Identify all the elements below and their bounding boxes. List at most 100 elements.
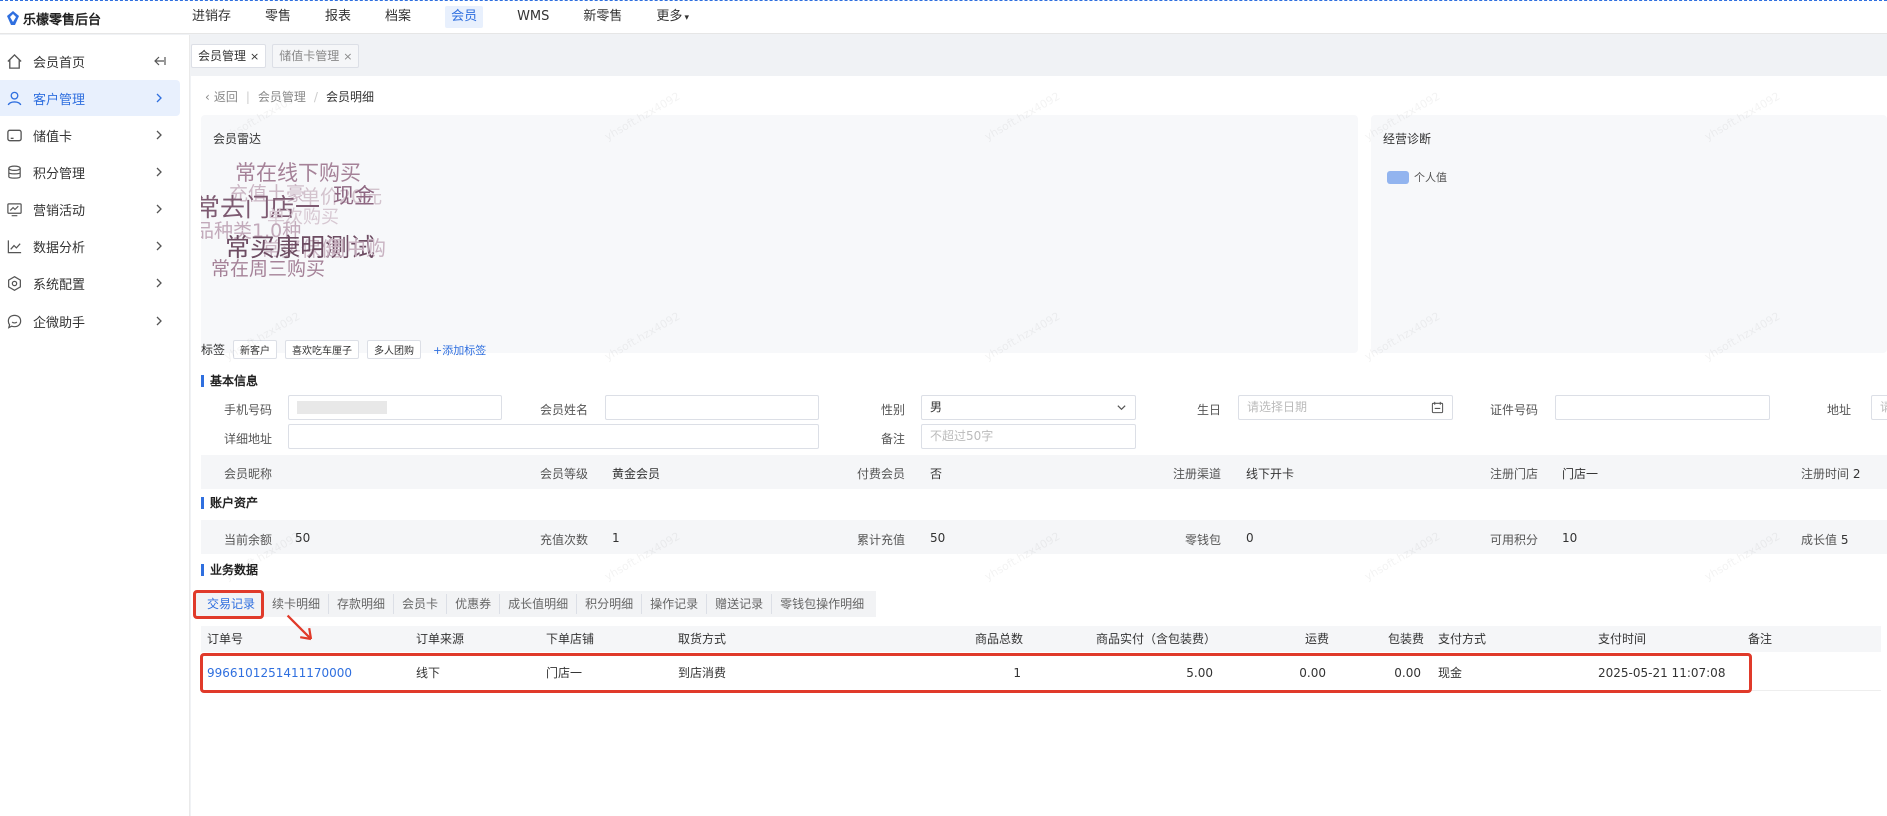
- tab-gift-records[interactable]: 赠送记录: [707, 594, 773, 614]
- highlight-box-row: [200, 653, 1752, 693]
- reg-channel-label: 注册渠道: [1172, 467, 1221, 481]
- phone-input[interactable]: [288, 395, 502, 420]
- tab-points-detail[interactable]: 积分明细: [577, 594, 643, 614]
- address-placeholder: 请: [1880, 400, 1887, 414]
- member-name-input[interactable]: [605, 395, 819, 420]
- topnav-wms[interactable]: WMS: [505, 1, 561, 35]
- member-detail-panel: ‹ 返回 | 会员管理 / 会员明细 会员雷达 常在线下购买 充值土豪 单价20…: [191, 76, 1887, 816]
- assets-strip: [201, 520, 1887, 554]
- sidebar-item-wecom-assistant[interactable]: 企微助手: [0, 303, 180, 339]
- word-cloud-word: 周中购: [326, 236, 386, 260]
- topnav-retail[interactable]: 零售: [253, 1, 303, 35]
- sidebar-item-analytics[interactable]: 数据分析: [0, 228, 180, 264]
- balance-label: 当前余额: [223, 533, 272, 547]
- top-bar: 乐檬零售后台 进销存 零售 报表 档案 会员 WMS 新零售 更多 ▾: [0, 0, 1887, 34]
- nickname-label: 会员昵称: [223, 467, 272, 481]
- address-input[interactable]: 请: [1871, 395, 1887, 420]
- reg-store-value: 门店一: [1562, 467, 1599, 481]
- arrow-annotation-icon: [286, 614, 313, 641]
- col-payment: 支付方式: [1438, 632, 1487, 646]
- add-tag-link[interactable]: +添加标签: [433, 342, 486, 358]
- tab-wallet-operations[interactable]: 零钱包操作明细: [772, 594, 872, 614]
- topnav-reports[interactable]: 报表: [313, 1, 363, 35]
- close-icon[interactable]: ×: [250, 50, 259, 63]
- wallet-label: 零钱包: [1184, 533, 1221, 547]
- topnav-inventory[interactable]: 进销存: [180, 1, 243, 35]
- breadcrumb-separator: /: [313, 89, 318, 104]
- calendar-icon: [1431, 401, 1444, 414]
- total-recharge-label: 累计充值: [856, 533, 905, 547]
- word-cloud: 常在线下购买 充值土豪 单价20元 常去门店一 现金 单次购买 品种类1.0种 …: [201, 115, 401, 353]
- tab-renewal-detail[interactable]: 续卡明细: [264, 594, 330, 614]
- brand[interactable]: 乐檬零售后台: [6, 7, 101, 29]
- col-item-count: 商品总数: [974, 632, 1023, 646]
- birthday-placeholder: 请选择日期: [1247, 400, 1308, 414]
- points-value: 10: [1562, 531, 1578, 545]
- reg-time-label: 注册时间 2: [1801, 467, 1861, 481]
- divider: |: [245, 89, 250, 104]
- back-link[interactable]: 返回: [214, 88, 238, 105]
- tag-chip[interactable]: 新客户: [233, 340, 278, 359]
- back-icon[interactable]: ‹: [205, 90, 210, 104]
- col-packing: 包装费: [1387, 632, 1424, 646]
- topnav-more[interactable]: 更多 ▾: [644, 1, 701, 35]
- detail-address-input[interactable]: [288, 424, 819, 449]
- close-icon[interactable]: ×: [343, 50, 352, 63]
- brand-name: 乐檬零售后台: [23, 12, 102, 28]
- remark-placeholder: 不超过50字: [930, 429, 994, 443]
- tab-deposit-detail[interactable]: 存款明细: [329, 594, 395, 614]
- topnav-archive[interactable]: 档案: [373, 1, 423, 35]
- gender-value: 男: [930, 400, 943, 414]
- database-icon: [8, 164, 21, 179]
- word-cloud-word: 常在线下购买: [235, 161, 361, 185]
- logo-icon: [7, 11, 19, 25]
- word-cloud-word: 常在周三购买: [211, 258, 326, 280]
- legend-swatch: [1387, 170, 1409, 184]
- tab-operation-log[interactable]: 操作记录: [642, 594, 708, 614]
- topnav-member[interactable]: 会员: [433, 1, 495, 35]
- sidebar-item-stored-card[interactable]: 储值卡: [0, 117, 180, 153]
- topnav-new-retail[interactable]: 新零售: [571, 1, 634, 35]
- col-shipping: 运费: [1304, 632, 1329, 646]
- reg-time-value: 2: [1852, 467, 1861, 481]
- monitor-icon: [7, 202, 22, 216]
- member-summary-strip: [201, 455, 1887, 489]
- sidebar-item-marketing[interactable]: 营销活动: [0, 191, 180, 227]
- top-nav: 进销存 零售 报表 档案 会员 WMS 新零售 更多 ▾: [180, 1, 711, 35]
- member-name-label: 会员姓名: [539, 403, 588, 417]
- tab-member-card[interactable]: 会员卡: [394, 594, 448, 614]
- tag-chip[interactable]: 喜欢吃车厘子: [285, 340, 360, 359]
- wallet-value: 0: [1246, 531, 1254, 545]
- tag-chip[interactable]: 多人团购: [367, 340, 422, 359]
- sidebar: 会员首页 客户管理 储值卡 积分管理 营销活动 数据分析 系统配置 企微助手: [0, 35, 190, 816]
- gender-select[interactable]: 男: [921, 395, 1136, 420]
- paid-member-label: 付费会员: [856, 467, 905, 481]
- gender-label: 性别: [880, 403, 905, 417]
- col-paid-amount: 商品实付（含包装费）: [1095, 632, 1216, 646]
- chevron-right-icon: [156, 93, 162, 103]
- col-pay-time: 支付时间: [1598, 632, 1647, 646]
- remark-input[interactable]: 不超过50字: [921, 424, 1136, 449]
- collapse-sidebar-icon[interactable]: [152, 54, 166, 68]
- id-number-input[interactable]: [1555, 395, 1770, 420]
- birthday-datepicker[interactable]: 请选择日期: [1238, 395, 1453, 420]
- chevron-right-icon: [156, 316, 162, 326]
- tab-growth-detail[interactable]: 成长值明细: [500, 594, 578, 614]
- chevron-down-icon: [1117, 405, 1126, 411]
- tab-coupons[interactable]: 优惠券: [447, 594, 501, 614]
- sidebar-item-customer[interactable]: 客户管理: [0, 80, 180, 116]
- remark-label: 备注: [880, 432, 905, 446]
- breadcrumb-parent[interactable]: 会员管理: [258, 88, 306, 105]
- chart-legend[interactable]: 个人值: [1387, 169, 1447, 185]
- col-store: 下单店铺: [546, 632, 595, 646]
- sidebar-item-member-home[interactable]: 会员首页: [0, 43, 180, 79]
- tab-member-management[interactable]: 会员管理 ×: [191, 44, 267, 68]
- detail-address-label: 详细地址: [223, 432, 272, 446]
- sidebar-item-system-config[interactable]: 系统配置: [0, 265, 180, 301]
- sidebar-item-points[interactable]: 积分管理: [0, 154, 180, 190]
- tab-stored-card-management[interactable]: 储值卡管理 ×: [272, 44, 360, 68]
- settings-icon: [8, 275, 21, 291]
- reg-channel-value: 线下开卡: [1246, 467, 1295, 481]
- tags-row: 标签 新客户 喜欢吃车厘子 多人团购 +添加标签: [201, 340, 486, 359]
- points-label: 可用积分: [1489, 533, 1538, 547]
